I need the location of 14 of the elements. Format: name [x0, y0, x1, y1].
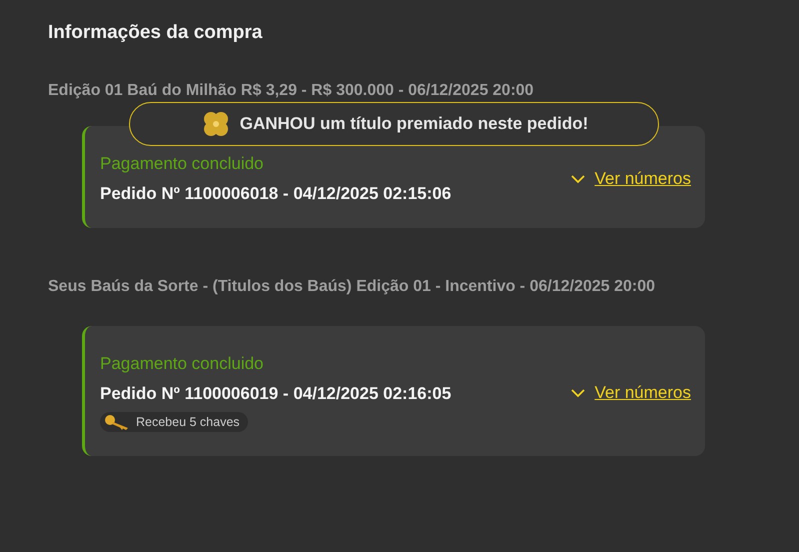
view-numbers-link[interactable]: Ver números — [594, 383, 691, 403]
chevron-down-icon — [570, 174, 585, 184]
section-heading: Edição 01 Baú do Milhão R$ 3,29 - R$ 300.000 - 06/12/2025 20:00 — [48, 82, 535, 100]
payment-status: Pagamento concluido — [100, 154, 265, 174]
key-icon — [104, 414, 130, 430]
prize-text: GANHOU um título premiado neste pedido! — [240, 114, 588, 134]
page-title: Informações da compra — [48, 22, 264, 44]
chevron-down-icon — [570, 388, 585, 398]
section-heading: Seus Baús da Sorte - (Titulos dos Baús) Edição 01 - Incentivo - 06/12/2025 20:00 — [48, 278, 656, 296]
reward-text: Recebeu 5 chaves — [136, 415, 240, 429]
order-info: Pedido Nº 1100006019 - 04/12/2025 02:16:05 — [100, 384, 452, 404]
view-numbers-link[interactable]: Ver números — [594, 169, 691, 189]
order-info: Pedido Nº 1100006018 - 04/12/2025 02:15:06 — [100, 184, 452, 204]
payment-status: Pagamento concluido — [100, 354, 265, 374]
